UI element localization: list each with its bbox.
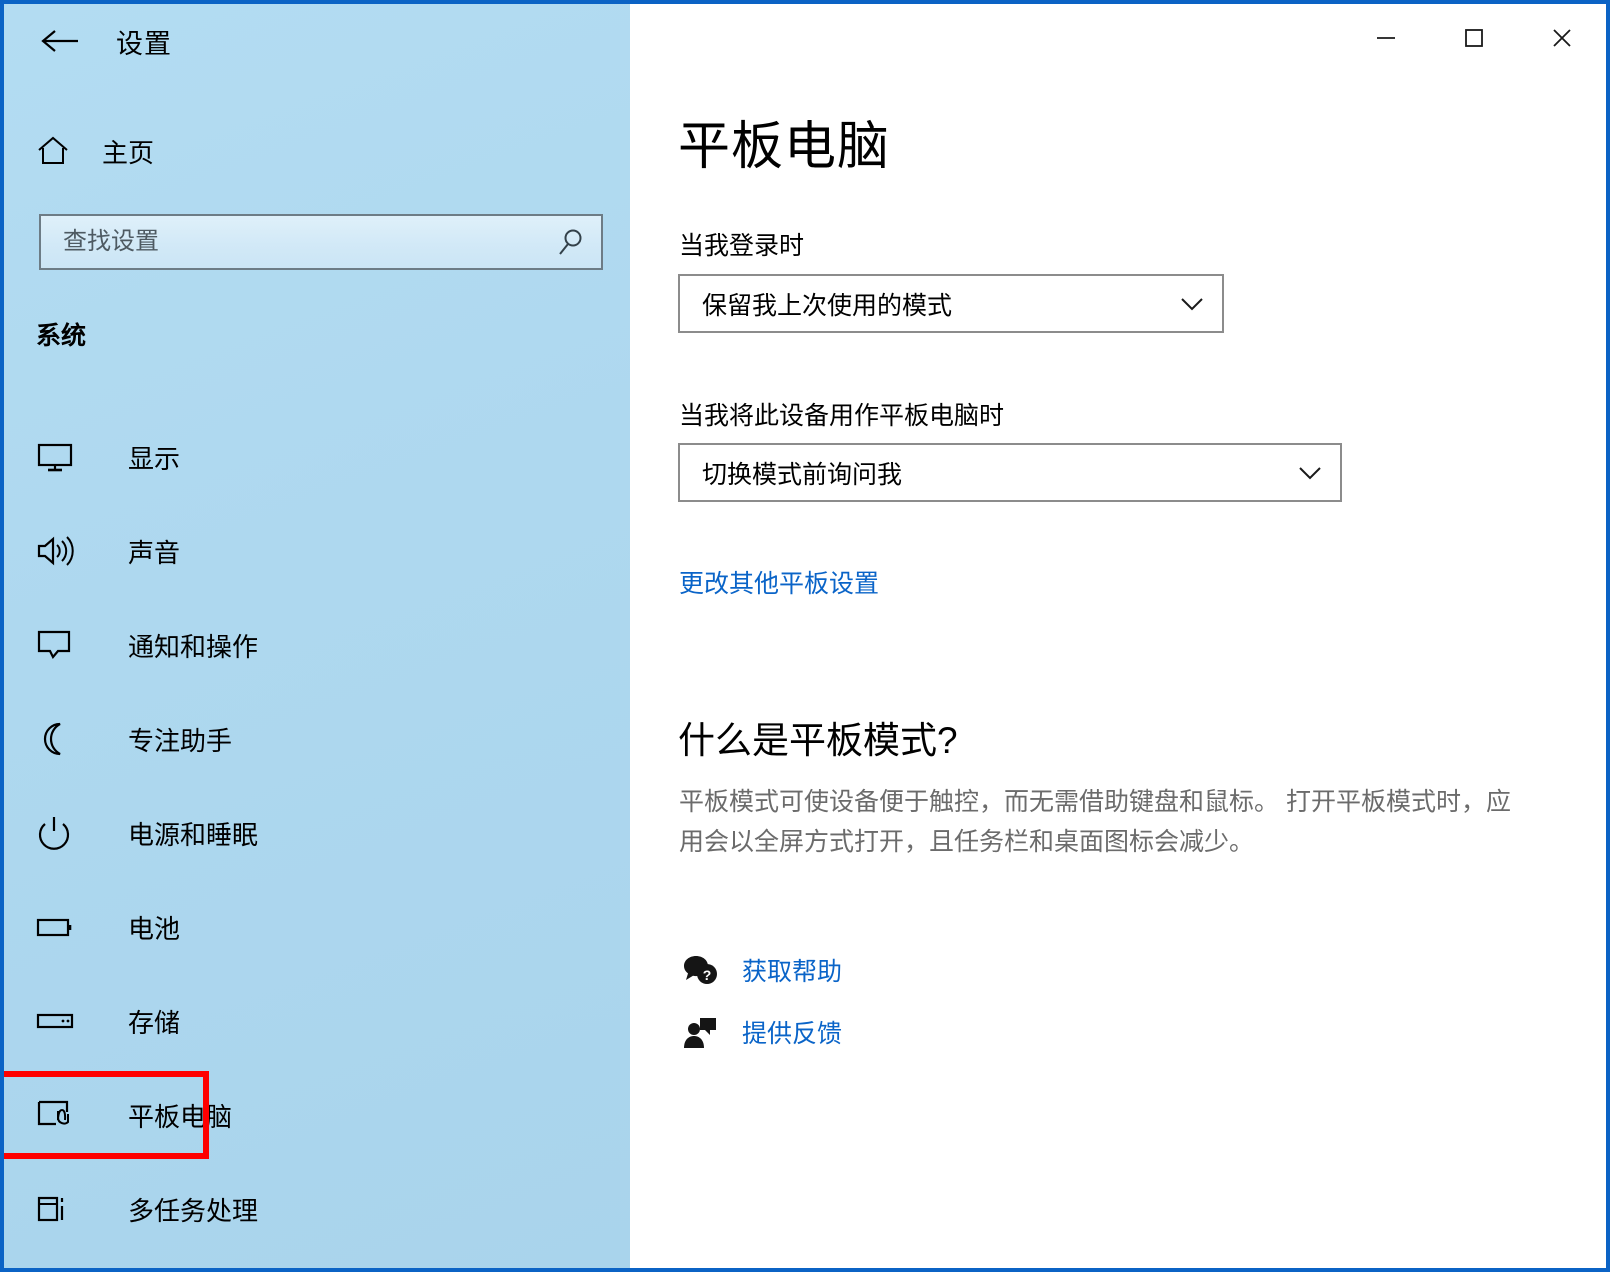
back-arrow-icon — [41, 30, 78, 52]
sidebar-item-sound[interactable]: 声音 — [4, 504, 630, 598]
help-bubble-icon: ? — [678, 954, 724, 986]
feedback-person-icon — [678, 1015, 724, 1049]
sidebar-item-multitasking[interactable]: 多任务处理 — [4, 1162, 630, 1256]
sidebar-item-label: 显示 — [128, 443, 181, 474]
feedback-row[interactable]: 提供反馈 — [678, 1014, 842, 1050]
sidebar-item-notifications[interactable]: 通知和操作 — [4, 598, 630, 692]
minimize-button[interactable] — [1342, 4, 1430, 72]
home-icon — [30, 135, 76, 167]
sidebar-item-home[interactable]: 主页 — [30, 122, 330, 180]
sidebar-item-display[interactable]: 显示 — [4, 410, 630, 504]
svg-text:?: ? — [703, 967, 712, 983]
login-mode-label: 当我登录时 — [679, 232, 805, 260]
settings-window: 设置 主页 系统 — [0, 0, 1610, 1272]
sidebar-item-focus-assist[interactable]: 专注助手 — [4, 692, 630, 786]
sidebar-titlebar: 设置 — [4, 4, 630, 78]
login-mode-dropdown[interactable]: 保留我上次使用的模式 — [678, 274, 1224, 333]
change-other-tablet-settings-link[interactable]: 更改其他平板设置 — [679, 564, 879, 600]
use-as-tablet-dropdown[interactable]: 切换模式前询问我 — [678, 443, 1342, 502]
sidebar-item-tablet[interactable]: 平板电脑 — [4, 1068, 630, 1162]
search-box[interactable] — [39, 214, 603, 270]
use-as-tablet-label: 当我将此设备用作平板电脑时 — [679, 402, 1005, 430]
sidebar-item-label: 平板电脑 — [128, 1101, 233, 1132]
get-help-row[interactable]: ? 获取帮助 — [678, 952, 842, 988]
use-as-tablet-value: 切换模式前询问我 — [702, 460, 903, 489]
page-title: 平板电脑 — [678, 118, 891, 176]
minimize-icon — [1377, 37, 1395, 39]
get-help-link[interactable]: 获取帮助 — [742, 952, 842, 988]
chevron-down-icon — [1162, 294, 1222, 314]
sidebar-item-label: 存储 — [128, 1007, 181, 1038]
what-is-tablet-mode-heading: 什么是平板模式? — [678, 720, 958, 761]
window-controls — [1342, 4, 1606, 72]
maximize-icon — [1465, 29, 1483, 47]
storage-icon — [36, 1009, 86, 1033]
sidebar-item-battery[interactable]: 电池 — [4, 880, 630, 974]
monitor-icon — [36, 441, 86, 473]
power-icon — [36, 816, 86, 850]
login-mode-value: 保留我上次使用的模式 — [702, 291, 953, 320]
close-icon — [1553, 29, 1571, 47]
multitask-icon — [36, 1193, 86, 1225]
sidebar-item-label: 通知和操作 — [128, 631, 259, 662]
tablet-icon — [36, 1098, 86, 1132]
notification-icon — [36, 629, 86, 661]
app-title: 设置 — [116, 28, 172, 59]
sidebar-nav-list: 显示 声音 通知和操作 专注助手 电源和睡眠 电池 存储 平板电脑 多任务处理 — [4, 410, 630, 1256]
main-content: 平板电脑 当我登录时 保留我上次使用的模式 当我将此设备用作平板电脑时 切换模式… — [630, 4, 1606, 1268]
close-button[interactable] — [1518, 4, 1606, 72]
sidebar-section-title: 系统 — [36, 322, 87, 350]
sidebar-item-label: 多任务处理 — [128, 1195, 259, 1226]
sidebar: 设置 主页 系统 — [4, 4, 630, 1268]
back-button[interactable] — [30, 16, 92, 66]
sidebar-item-label: 电源和睡眠 — [128, 819, 259, 850]
chevron-down-icon — [1280, 463, 1340, 483]
search-input[interactable] — [41, 216, 543, 268]
search-icon[interactable] — [543, 227, 601, 257]
sidebar-item-label: 声音 — [128, 537, 181, 568]
battery-icon — [36, 914, 86, 940]
sidebar-item-label: 电池 — [128, 913, 181, 944]
speaker-icon — [36, 535, 86, 567]
sidebar-item-storage[interactable]: 存储 — [4, 974, 630, 1068]
sidebar-item-label: 专注助手 — [128, 725, 233, 756]
moon-icon — [36, 722, 86, 756]
feedback-link[interactable]: 提供反馈 — [742, 1014, 842, 1050]
maximize-button[interactable] — [1430, 4, 1518, 72]
home-label: 主页 — [102, 137, 155, 168]
sidebar-item-power-sleep[interactable]: 电源和睡眠 — [4, 786, 630, 880]
what-is-tablet-mode-body: 平板模式可使设备便于触控，而无需借助键盘和鼠标。 打开平板模式时，应用会以全屏方… — [679, 788, 1511, 856]
